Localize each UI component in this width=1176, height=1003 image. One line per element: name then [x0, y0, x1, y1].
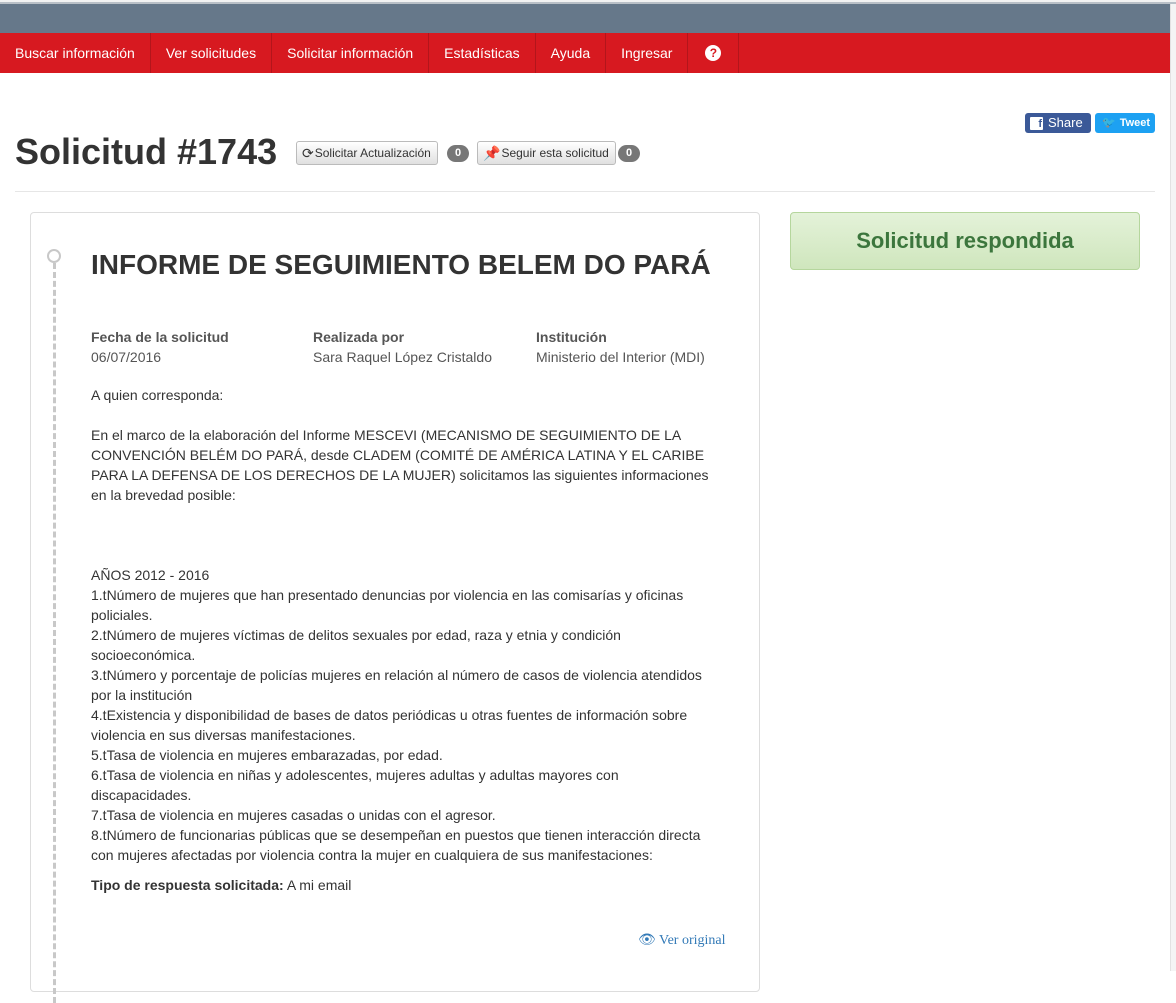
meta-institution: Institución Ministerio del Interior (MDI… — [536, 327, 705, 367]
view-original-label: Ver original — [659, 933, 726, 948]
list-item: 8.tNúmero de funcionarias públicas que s… — [91, 827, 701, 863]
follow-request-button[interactable]: 📌 Seguir esta solicitud — [477, 141, 616, 165]
meta-date-value: 06/07/2016 — [91, 349, 162, 365]
request-title: INFORME DE SEGUIMIENTO BELEM DO PARÁ — [91, 249, 711, 280]
meta-author-label: Realizada por — [313, 329, 405, 345]
share-label: Share — [1048, 115, 1083, 130]
list-item: 4.tExistencia y disponibilidad de bases … — [91, 707, 688, 743]
request-card: INFORME DE SEGUIMIENTO BELEM DO PARÁ Fec… — [30, 212, 760, 1003]
nav-buscar-informacion[interactable]: Buscar información — [0, 33, 151, 73]
nav-estadisticas[interactable]: Estadísticas — [429, 33, 536, 73]
timeline-line — [53, 263, 56, 1003]
tweet-label: Tweet — [1119, 117, 1151, 129]
meta-date: Fecha de la solicitud 06/07/2016 — [91, 327, 229, 367]
meta-author-value: Sara Raquel López Cristaldo — [313, 349, 492, 365]
tweet-button[interactable]: 🐦 Tweet — [1095, 113, 1155, 133]
greeting-text: A quien corresponda: — [91, 387, 224, 403]
nav-solicitar-informacion[interactable]: Solicitar información — [272, 33, 430, 73]
list-item: 3.tNúmero y porcentaje de policías mujer… — [91, 667, 702, 703]
years-text: AÑOS 2012 - 2016 — [91, 567, 210, 583]
status-badge: Solicitud respondida — [790, 212, 1140, 270]
list-item: 7.tTasa de violencia en mujeres casadas … — [91, 807, 496, 823]
scrollbar-track[interactable] — [1170, 4, 1176, 971]
intro-text: En el marco de la elaboración del Inform… — [91, 427, 709, 503]
top-bar — [0, 4, 1170, 33]
nav-help[interactable]: ? — [688, 33, 740, 73]
list-item: 2.tNúmero de mujeres víctimas de delitos… — [91, 627, 621, 663]
follow-count-badge: 0 — [618, 145, 640, 162]
facebook-icon: f — [1030, 116, 1043, 130]
timeline-dot-icon — [47, 249, 61, 263]
update-count-badge: 0 — [447, 145, 469, 162]
response-type-value: A mi email — [286, 877, 352, 893]
list-item: 5.tTasa de violencia en mujeres embaraza… — [91, 747, 443, 763]
request-update-label: Solicitar Actualización — [314, 146, 431, 160]
eye-icon: 👁 — [638, 933, 656, 948]
request-update-button[interactable]: ⟳ Solicitar Actualización — [296, 141, 438, 165]
question-circle-icon: ? — [705, 45, 722, 61]
pin-icon: 📌 — [483, 144, 501, 161]
response-type-label: Tipo de respuesta solicitada: — [91, 877, 284, 893]
list-item: 6.tTasa de violencia en niñas y adolesce… — [91, 767, 619, 803]
twitter-bird-icon: 🐦 — [1102, 117, 1116, 129]
view-original-link[interactable]: 👁 Ver original — [638, 931, 726, 951]
meta-institution-value: Ministerio del Interior (MDI) — [536, 349, 705, 365]
nav-ver-solicitudes[interactable]: Ver solicitudes — [151, 33, 273, 73]
meta-author: Realizada por Sara Raquel López Cristald… — [313, 327, 492, 367]
meta-date-label: Fecha de la solicitud — [91, 329, 229, 345]
request-body: A quien corresponda: En el marco de la e… — [91, 385, 721, 865]
main-nav: Buscar información Ver solicitudes Solic… — [0, 33, 1170, 73]
page-title: Solicitud #1743 — [15, 131, 278, 172]
follow-request-label: Seguir esta solicitud — [501, 146, 609, 160]
response-type: Tipo de respuesta solicitada: A mi email — [91, 875, 351, 895]
list-item: 1.tNúmero de mujeres que han presentado … — [91, 587, 684, 623]
refresh-icon: ⟳ — [302, 144, 314, 161]
nav-ayuda[interactable]: Ayuda — [536, 33, 607, 73]
header-divider — [15, 191, 1155, 192]
meta-institution-label: Institución — [536, 329, 607, 345]
facebook-share-button[interactable]: f Share — [1025, 113, 1091, 133]
nav-ingresar[interactable]: Ingresar — [606, 33, 689, 73]
